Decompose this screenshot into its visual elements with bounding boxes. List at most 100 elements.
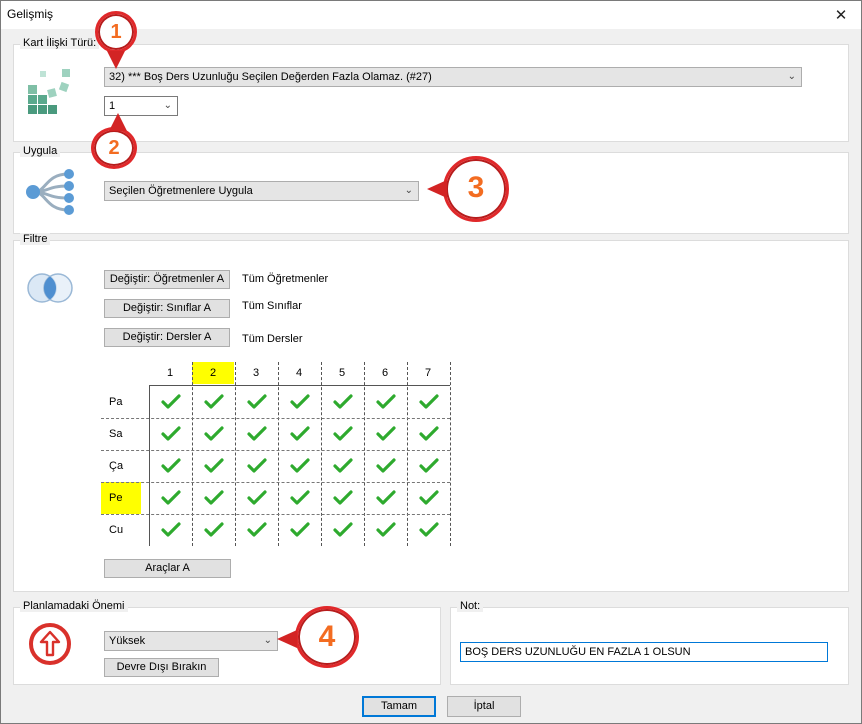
grid-cell[interactable] — [364, 514, 407, 546]
change-teachers-button[interactable]: Değiştir: Öğretmenler A — [104, 270, 230, 289]
grid-row-line — [101, 418, 450, 419]
note-input[interactable]: BOŞ DERS UZUNLUĞU EN FAZLA 1 OLSUN — [460, 642, 828, 662]
checkmark-icon — [375, 394, 396, 409]
grid-cell[interactable] — [407, 514, 450, 546]
grid-cell[interactable] — [192, 386, 235, 418]
callout-2-number: 2 — [108, 137, 120, 159]
grid-cell[interactable] — [235, 450, 278, 482]
relation-type-value: 32) *** Boş Ders Uzunluğu Seçilen Değerd… — [109, 71, 432, 83]
grid-row-line — [101, 450, 450, 451]
checkmark-icon — [246, 394, 267, 409]
grid-cell[interactable] — [235, 514, 278, 546]
grid-column-header[interactable]: 6 — [364, 362, 406, 384]
grid-cell[interactable] — [278, 418, 321, 450]
teachers-filter-value: Tüm Öğretmenler — [242, 273, 329, 285]
grid-column-header[interactable]: 2 — [192, 362, 234, 384]
grid-cell[interactable] — [364, 450, 407, 482]
checkmark-icon — [203, 458, 224, 473]
grid-cell[interactable] — [149, 418, 192, 450]
change-lessons-button[interactable]: Değiştir: Dersler A — [104, 328, 230, 347]
grid-cell[interactable] — [278, 450, 321, 482]
callout-3-number: 3 — [467, 171, 485, 204]
grid-cell[interactable] — [235, 482, 278, 514]
callout-1-pointer — [107, 51, 125, 69]
grid-row-header[interactable]: Cu — [101, 514, 141, 546]
grid-cell[interactable] — [149, 482, 192, 514]
close-icon: ✕ — [834, 7, 848, 24]
checkmark-icon — [418, 426, 439, 441]
callout-3: 3 — [443, 156, 509, 222]
checkmark-icon — [332, 426, 353, 441]
checkmark-icon — [246, 458, 267, 473]
grid-cell[interactable] — [278, 514, 321, 546]
close-button[interactable]: ✕ — [821, 1, 861, 29]
priority-value: Yüksek — [109, 635, 146, 647]
grid-cell[interactable] — [192, 514, 235, 546]
grid-row-line — [101, 482, 450, 483]
checkmark-icon — [289, 394, 310, 409]
relation-type-select[interactable]: 32) *** Boş Ders Uzunluğu Seçilen Değerd… — [104, 67, 802, 87]
grid-cell[interactable] — [321, 482, 364, 514]
grid-row-header[interactable]: Pe — [101, 482, 141, 514]
checkmark-icon — [375, 490, 396, 505]
grid-column-header[interactable]: 1 — [149, 362, 191, 384]
tools-button[interactable]: Araçlar A — [104, 559, 231, 578]
checkmark-icon — [246, 490, 267, 505]
grid-cell[interactable] — [407, 450, 450, 482]
grid-cell[interactable] — [364, 418, 407, 450]
callout-1: 1 — [95, 11, 137, 53]
grid-row-header[interactable]: Sa — [101, 418, 141, 450]
grid-cell[interactable] — [407, 418, 450, 450]
grid-cell[interactable] — [278, 386, 321, 418]
grid-cell[interactable] — [321, 418, 364, 450]
grid-column-line — [364, 362, 365, 546]
classes-filter-value: Tüm Sınıflar — [242, 300, 302, 312]
grid-cell[interactable] — [321, 514, 364, 546]
checkmark-icon — [289, 426, 310, 441]
grid-cell[interactable] — [192, 418, 235, 450]
ok-button[interactable]: Tamam — [362, 696, 436, 717]
checkmark-icon — [418, 394, 439, 409]
apply-select[interactable]: Seçilen Öğretmenlere Uygula ⌄ — [104, 181, 419, 201]
grid-column-header[interactable]: 4 — [278, 362, 320, 384]
checkmark-icon — [160, 394, 181, 409]
grid-cell[interactable] — [149, 386, 192, 418]
chevron-down-icon: ⌄ — [787, 71, 796, 82]
grid-column-header[interactable]: 5 — [321, 362, 363, 384]
checkmark-icon — [375, 426, 396, 441]
grid-row-header[interactable]: Ça — [101, 450, 141, 482]
grid-cell[interactable] — [192, 450, 235, 482]
grid-cell[interactable] — [149, 514, 192, 546]
relation-count-value: 1 — [109, 100, 116, 112]
note-group-label: Not: — [457, 600, 484, 612]
grid-row-header[interactable]: Pa — [101, 386, 141, 418]
grid-column-line — [235, 362, 236, 546]
grid-column-header[interactable]: 7 — [407, 362, 449, 384]
cancel-button[interactable]: İptal — [447, 696, 521, 717]
dialog-window: Gelişmiş ✕ Kart İlişki Türü: 32) *** Boş — [0, 0, 862, 724]
grid-cell[interactable] — [364, 482, 407, 514]
priority-select[interactable]: Yüksek ⌄ — [104, 631, 278, 651]
window-title: Gelişmiş — [7, 7, 54, 21]
change-classes-button[interactable]: Değiştir: Sınıflar A — [104, 299, 230, 318]
checkmark-icon — [203, 394, 224, 409]
grid-cell[interactable] — [407, 482, 450, 514]
grid-cell[interactable] — [321, 450, 364, 482]
grid-cell[interactable] — [407, 386, 450, 418]
grid-cell[interactable] — [321, 386, 364, 418]
chevron-down-icon: ⌄ — [263, 635, 272, 646]
checkmark-icon — [418, 522, 439, 537]
venn-icon — [27, 273, 73, 303]
grid-cell[interactable] — [278, 482, 321, 514]
grid-cell[interactable] — [149, 450, 192, 482]
disable-button[interactable]: Devre Dışı Bırakın — [104, 658, 219, 677]
grid-cell[interactable] — [235, 418, 278, 450]
grid-cell[interactable] — [235, 386, 278, 418]
grid-cell[interactable] — [192, 482, 235, 514]
grid-cell[interactable] — [364, 386, 407, 418]
checkmark-icon — [289, 490, 310, 505]
note-value: BOŞ DERS UZUNLUĞU EN FAZLA 1 OLSUN — [465, 646, 691, 658]
callout-1-number: 1 — [110, 21, 122, 43]
grid-column-header[interactable]: 3 — [235, 362, 277, 384]
callout-2-pointer — [109, 113, 127, 131]
